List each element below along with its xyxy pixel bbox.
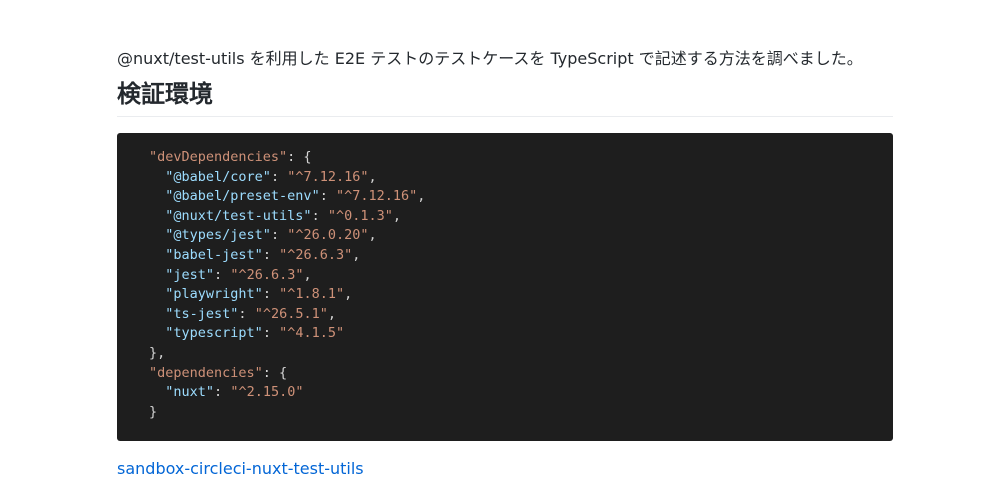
code-value: "^7.12.16" [335,188,418,205]
code-line: "babel-jest": "^26.6.3", [149,246,893,266]
code-value: "^26.6.3" [230,266,304,283]
code-comma: , [344,286,353,303]
code-comma: , [392,207,402,224]
code-value: "^4.1.5" [279,325,345,342]
code-line: "nuxt": "^2.15.0" [149,383,893,403]
code-punctuation: } [149,403,158,420]
code-line-dep-open: "dependencies": { [149,364,893,384]
code-value: "^0.1.3" [327,207,393,224]
code-line: "@types/jest": "^26.0.20", [149,226,893,246]
code-value: "^7.12.16" [287,168,369,185]
code-line: "jest": "^26.6.3", [149,266,893,286]
code-punctuation: : [270,168,288,185]
code-punctuation: : { [262,364,288,381]
section-heading: 検証環境 [117,80,213,108]
code-key: "@babel/core" [165,168,271,185]
code-key: "@types/jest" [165,227,271,244]
code-line: "ts-jest": "^26.5.1", [149,305,893,325]
code-punctuation: : [238,305,255,322]
code-punctuation: }, [149,344,166,361]
code-punctuation: : [262,286,280,303]
code-value: "^26.0.20" [287,227,369,244]
code-comma: , [352,246,361,263]
code-punctuation: : [270,227,288,244]
heading-divider [117,116,893,117]
code-key: "devDependencies" [149,149,288,165]
code-line: "@babel/core": "^7.12.16", [149,168,893,188]
code-key: "nuxt" [165,384,215,401]
code-value: "^26.6.3" [279,246,353,263]
code-key: "typescript" [165,325,263,342]
code-line-dev-close: }, [149,344,893,364]
code-line-dep-close: } [149,403,893,423]
intro-text: @nuxt/test-utils を利用した E2E テストのテストケースを T… [117,49,863,68]
code-value: "^1.8.1" [279,286,345,303]
code-key: "@babel/preset-env" [165,188,320,205]
code-punctuation: : [262,246,280,263]
code-key: "jest" [165,266,215,283]
code-value: "^2.15.0" [230,384,304,401]
code-block: "devDependencies": { "@babel/core": "^7.… [117,133,893,441]
code-line-dev-open: "devDependencies": { [149,148,893,168]
code-punctuation: : [214,266,231,283]
code-punctuation: : [214,384,231,401]
code-punctuation: : [311,207,328,224]
code-line: "typescript": "^4.1.5" [149,324,893,344]
code-key: "@nuxt/test-utils" [165,207,312,224]
code-key: "dependencies" [149,364,263,381]
code-line: "@babel/preset-env": "^7.12.16", [149,187,893,207]
code-comma: , [368,227,377,244]
code-key: "playwright" [165,286,263,303]
code-punctuation: : [319,188,336,205]
code-punctuation: : { [287,149,312,165]
repo-link[interactable]: sandbox-circleci-nuxt-test-utils [117,459,364,479]
code-comma: , [368,168,377,185]
code-comma: , [303,266,312,283]
code-comma: , [417,188,426,205]
code-punctuation: : [262,325,280,342]
code-key: "ts-jest" [165,305,239,322]
code-comma: , [327,305,336,322]
code-value: "^26.5.1" [254,305,328,322]
code-key: "babel-jest" [165,246,263,263]
code-line: "@nuxt/test-utils": "^0.1.3", [149,207,893,227]
code-line: "playwright": "^1.8.1", [149,285,893,305]
